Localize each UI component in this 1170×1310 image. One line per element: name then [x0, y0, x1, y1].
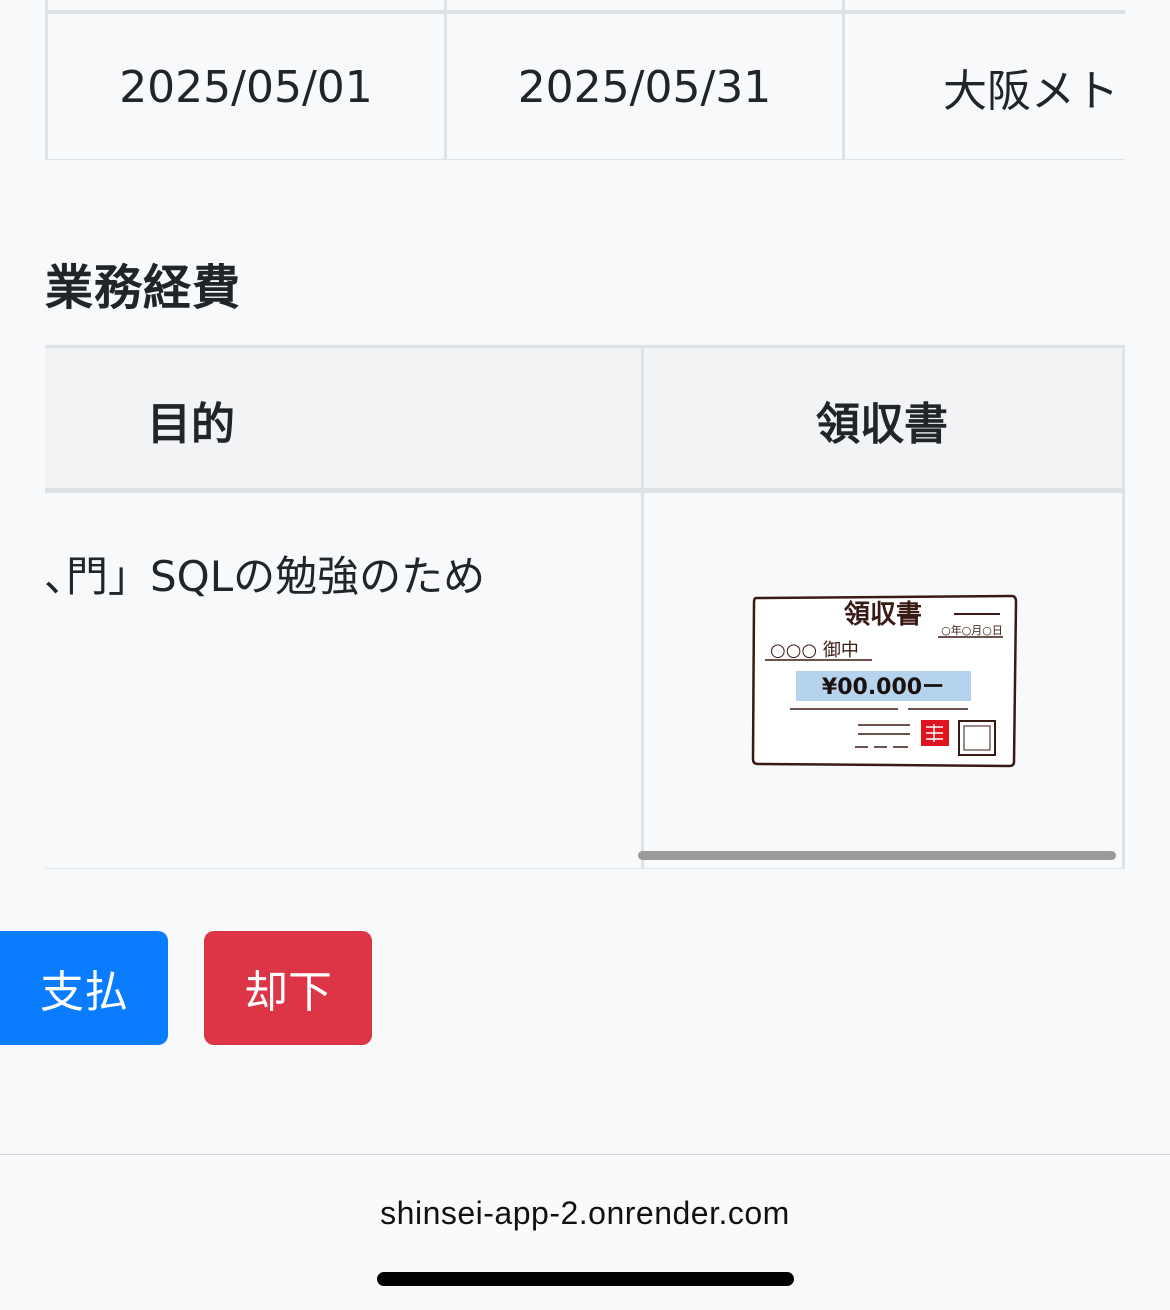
row-divider	[45, 868, 1122, 869]
end-date-cell: 2025/05/31	[517, 61, 772, 113]
receipt-illustration: 領収書 ○年○月○日 ○○○ 御中 ¥00.000ー	[751, 594, 1018, 768]
purpose-column-header: 目的	[147, 398, 235, 450]
receipt-date: ○年○月○日	[941, 623, 1003, 637]
receipt-addressee: ○○○ 御中	[770, 640, 859, 661]
horizontal-scrollbar[interactable]	[638, 851, 1116, 860]
receipt-column-header: 領収書	[816, 398, 948, 450]
purpose-cell: ､門」SQLの勉強のため	[45, 552, 486, 601]
receipt-thumbnail[interactable]: 領収書 ○年○月○日 ○○○ 御中 ¥00.000ー	[750, 590, 1020, 775]
receipt-amount: ¥00.000ー	[822, 675, 944, 700]
reject-button[interactable]: 却下	[204, 931, 372, 1045]
period-table-header-stub	[48, 0, 1125, 14]
address-bar-url[interactable]: shinsei-app-2.onrender.com	[0, 1195, 1170, 1232]
table-header-row: 目的 領収書	[45, 345, 1122, 493]
receipt-title: 領収書	[844, 599, 922, 630]
period-table: 2025/05/01 2025/05/31 大阪メト	[45, 0, 1125, 160]
business-expenses-table[interactable]: 目的 領収書 ､門」SQLの勉強のため 領収書 ○年○月○日 ○○○ 御中 ¥0…	[45, 345, 1125, 869]
pay-button[interactable]: 支払	[0, 931, 168, 1045]
start-date-cell: 2025/05/01	[119, 61, 373, 113]
business-expenses-heading: 業務経費	[45, 260, 242, 316]
destination-cell: 大阪メト	[943, 66, 1119, 117]
row-divider	[48, 159, 1125, 160]
home-indicator[interactable]	[377, 1272, 794, 1286]
column-divider	[641, 345, 644, 869]
browser-bottom-bar: shinsei-app-2.onrender.com	[0, 1154, 1170, 1310]
